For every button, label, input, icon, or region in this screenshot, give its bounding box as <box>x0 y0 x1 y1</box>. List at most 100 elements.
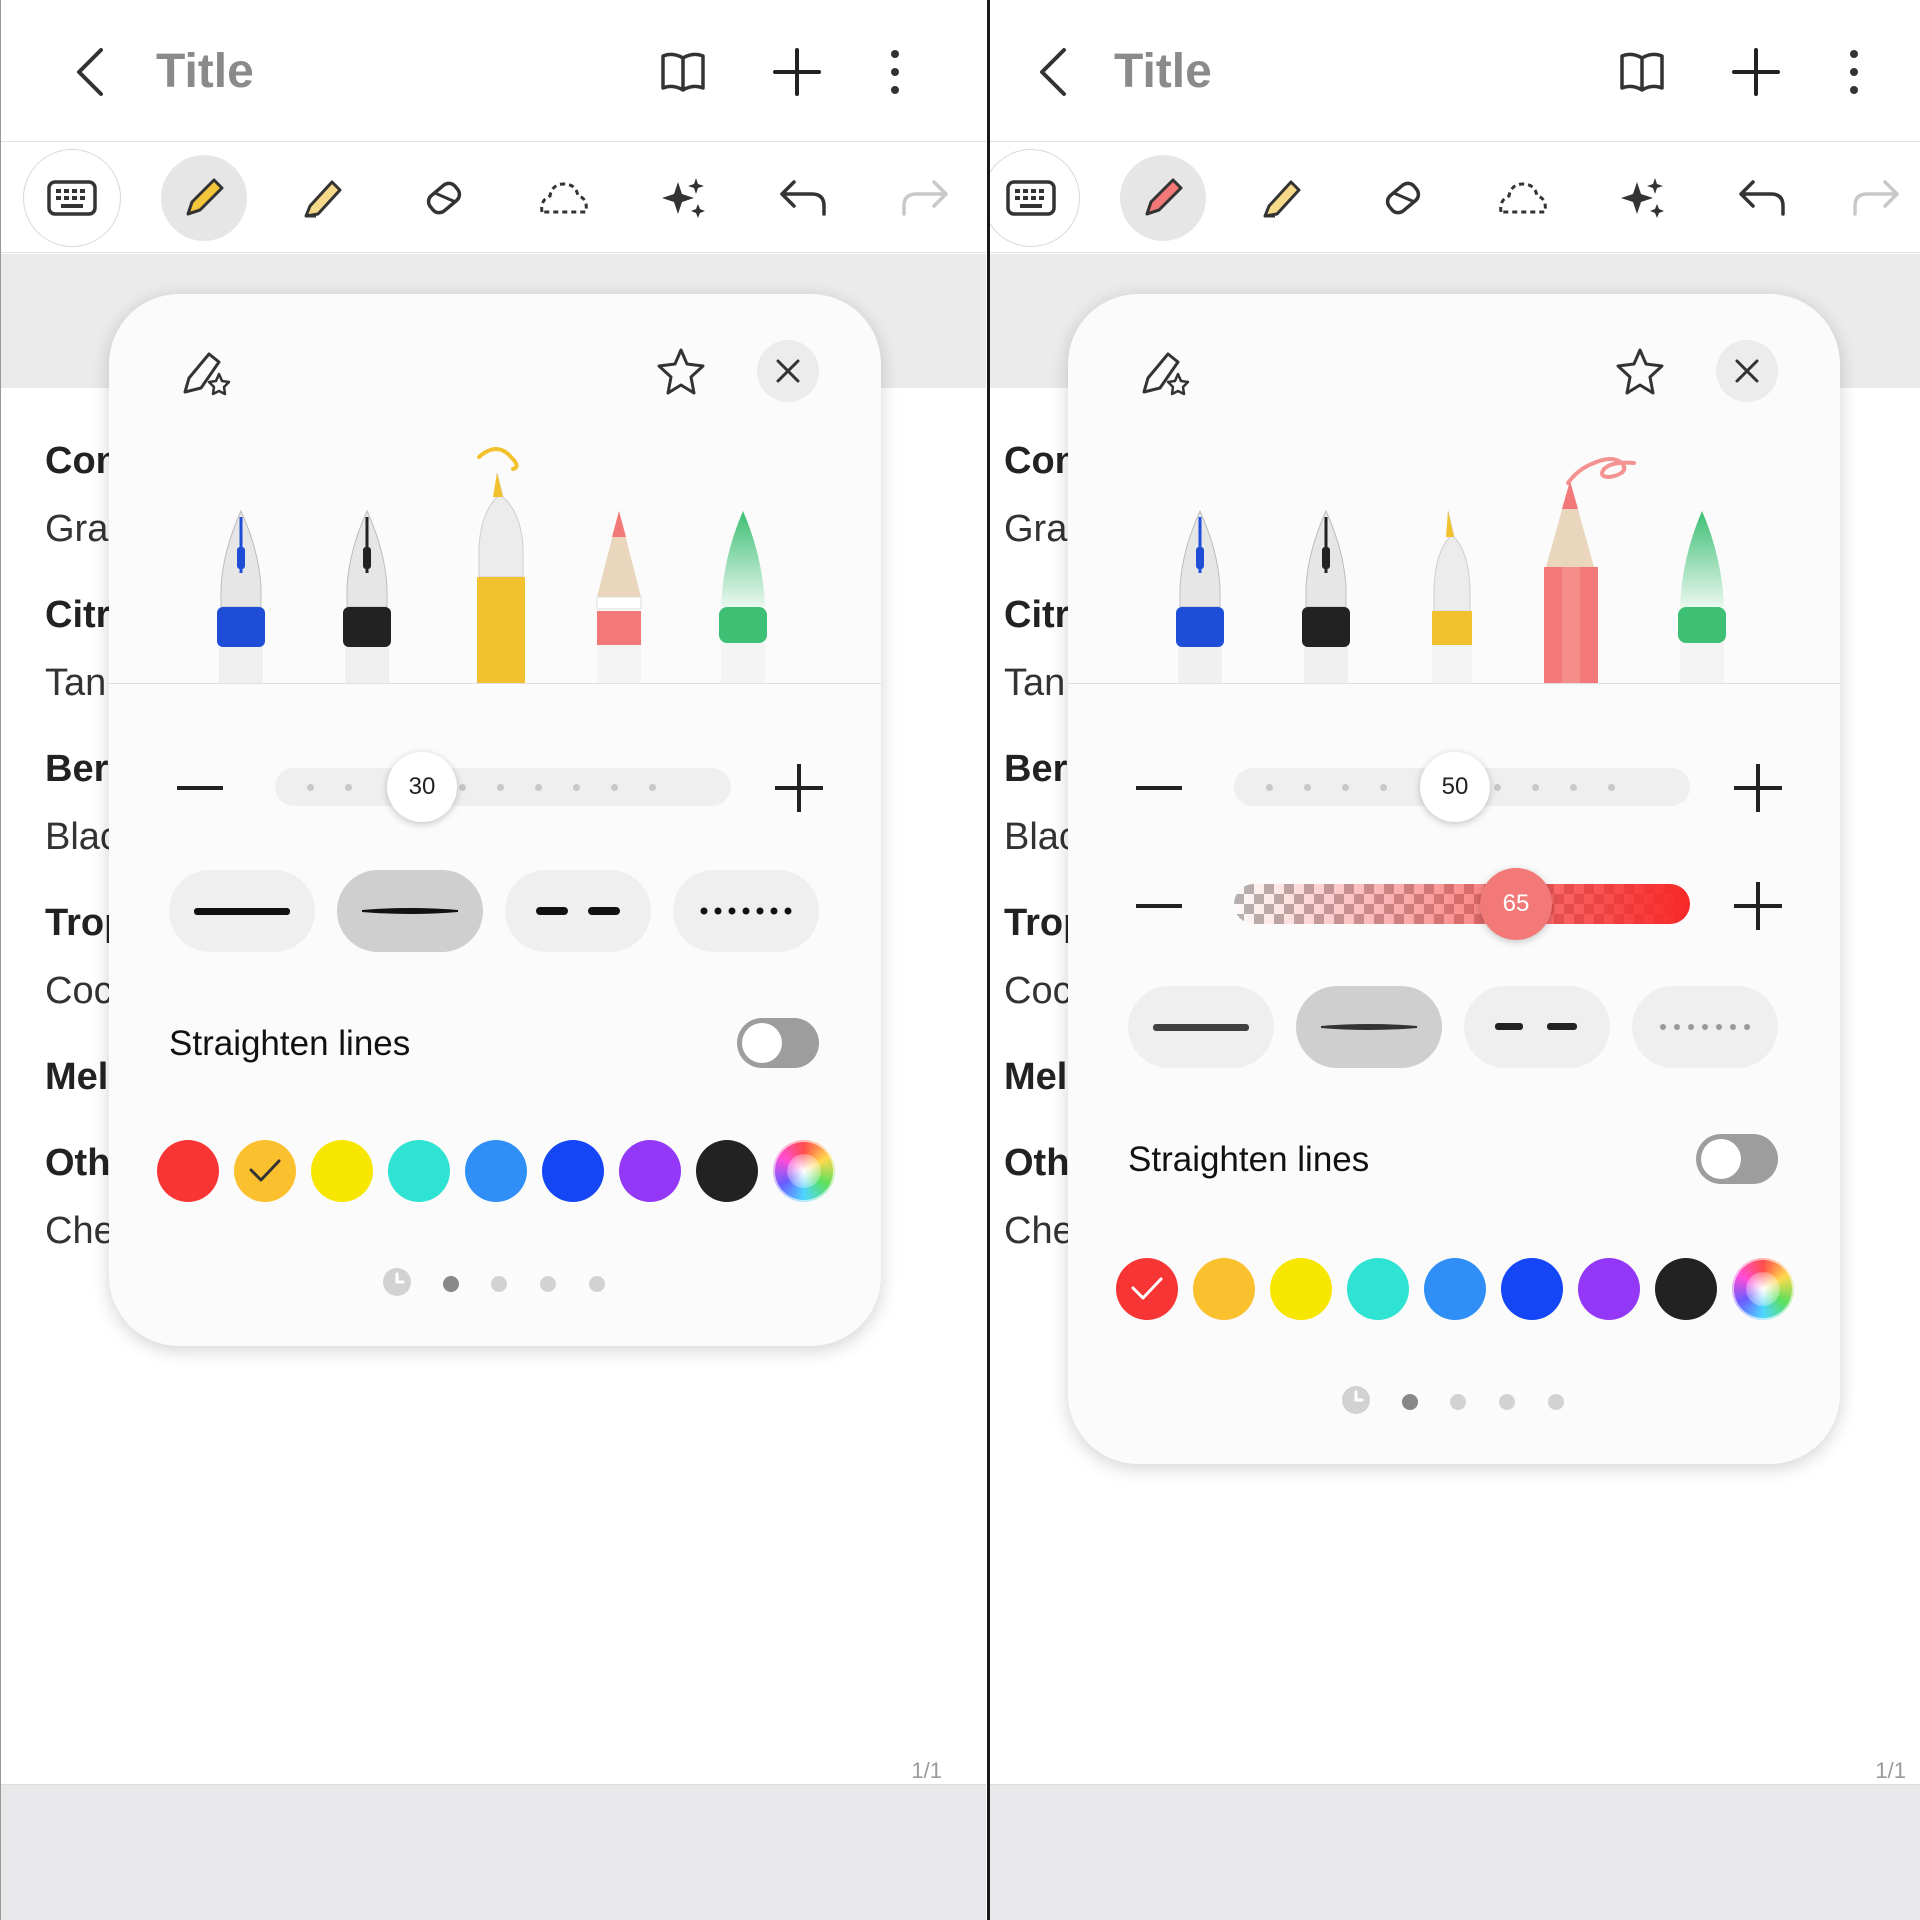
size-decrease-button[interactable] <box>177 786 223 790</box>
size-slider-track[interactable]: 50 <box>1234 752 1690 822</box>
ballpoint-pen[interactable] <box>1422 507 1482 683</box>
fountain-pen-blue[interactable] <box>1168 507 1232 683</box>
more-options-icon[interactable] <box>867 44 923 100</box>
line-style-dashed[interactable] <box>1464 986 1610 1068</box>
page-title[interactable]: Title <box>1114 44 1212 99</box>
pen-icon <box>1145 178 1183 216</box>
straighten-lines-toggle[interactable] <box>1696 1134 1778 1184</box>
undo-button[interactable] <box>1720 155 1806 241</box>
marker-pen[interactable] <box>715 507 771 683</box>
pager-dot[interactable] <box>491 1276 507 1292</box>
line-style-solid[interactable] <box>1128 986 1274 1068</box>
color-orange-selected[interactable] <box>234 1140 296 1202</box>
pen-tool-button[interactable] <box>1120 155 1206 241</box>
recent-colors-clock-icon[interactable] <box>383 1268 411 1296</box>
color-palette <box>157 1140 835 1204</box>
lasso-icon <box>1499 182 1547 214</box>
favorite-pens-button[interactable] <box>175 340 239 404</box>
color-red[interactable] <box>157 1140 219 1202</box>
opacity-increase-button[interactable] <box>1734 882 1782 930</box>
line-style-dotted[interactable] <box>673 870 819 952</box>
color-yellow[interactable] <box>311 1140 373 1202</box>
line-style-dotted[interactable] <box>1632 986 1778 1068</box>
pager-dot[interactable] <box>1499 1394 1515 1410</box>
line-style-tapered[interactable] <box>1296 986 1442 1068</box>
undo-button[interactable] <box>761 155 847 241</box>
fountain-pen-blue[interactable] <box>209 507 273 683</box>
close-popup-button[interactable] <box>1716 340 1778 402</box>
line-style-tapered[interactable] <box>337 870 483 952</box>
keyboard-button[interactable] <box>23 149 121 247</box>
pencil[interactable] <box>589 507 649 683</box>
page-title[interactable]: Title <box>156 44 254 99</box>
highlighter-tool-button[interactable] <box>1240 155 1326 241</box>
pager-dot[interactable] <box>1450 1394 1466 1410</box>
close-popup-button[interactable] <box>757 340 819 402</box>
color-teal[interactable] <box>388 1140 450 1202</box>
line-style-solid[interactable] <box>169 870 315 952</box>
color-red-selected[interactable] <box>1116 1258 1178 1320</box>
ballpoint-pen-selected[interactable] <box>457 447 551 683</box>
size-slider-thumb[interactable]: 50 <box>1420 752 1490 822</box>
pen-tool-button[interactable] <box>161 155 247 241</box>
back-arrow-icon[interactable] <box>1034 44 1074 100</box>
color-light-blue[interactable] <box>1424 1258 1486 1320</box>
eraser-icon <box>1385 181 1421 215</box>
favorite-pens-button[interactable] <box>1134 340 1198 404</box>
add-icon[interactable] <box>769 44 825 100</box>
size-increase-button[interactable] <box>775 764 823 812</box>
redo-button[interactable] <box>1832 155 1918 241</box>
back-arrow-icon[interactable] <box>71 44 111 100</box>
color-teal[interactable] <box>1347 1258 1409 1320</box>
size-slider-thumb[interactable]: 30 <box>387 752 457 822</box>
page-indicator: 1/1 <box>911 1758 942 1783</box>
pager-dot[interactable] <box>1402 1394 1418 1410</box>
color-black[interactable] <box>1655 1258 1717 1320</box>
pager-dot[interactable] <box>540 1276 556 1292</box>
highlighter-tool-button[interactable] <box>281 155 367 241</box>
color-orange[interactable] <box>1193 1258 1255 1320</box>
book-view-icon[interactable] <box>655 44 711 100</box>
add-favorite-button[interactable] <box>1608 340 1672 404</box>
color-blue[interactable] <box>1501 1258 1563 1320</box>
ai-assist-button[interactable] <box>1600 155 1686 241</box>
color-blue[interactable] <box>542 1140 604 1202</box>
opacity-slider-thumb[interactable]: 65 <box>1480 868 1552 940</box>
eraser-tool-button[interactable] <box>401 155 487 241</box>
pager-dot[interactable] <box>1548 1394 1564 1410</box>
lasso-tool-button[interactable] <box>1480 155 1566 241</box>
size-decrease-button[interactable] <box>1136 786 1182 790</box>
color-purple[interactable] <box>1578 1258 1640 1320</box>
book-view-icon[interactable] <box>1614 44 1670 100</box>
fountain-pen-black[interactable] <box>335 507 399 683</box>
pencil-selected[interactable] <box>1538 447 1648 683</box>
color-light-blue[interactable] <box>465 1140 527 1202</box>
ai-assist-button[interactable] <box>641 155 727 241</box>
color-wheel-button[interactable] <box>773 1140 835 1202</box>
opacity-slider-track[interactable]: 65 <box>1234 868 1690 940</box>
color-black[interactable] <box>696 1140 758 1202</box>
straighten-lines-toggle[interactable] <box>737 1018 819 1068</box>
color-wheel-button[interactable] <box>1732 1258 1794 1320</box>
lasso-tool-button[interactable] <box>521 155 607 241</box>
redo-icon <box>1853 180 1899 216</box>
pager-dot[interactable] <box>443 1276 459 1292</box>
add-icon[interactable] <box>1728 44 1784 100</box>
redo-button[interactable] <box>881 155 967 241</box>
color-yellow[interactable] <box>1270 1258 1332 1320</box>
add-favorite-button[interactable] <box>649 340 713 404</box>
keyboard-button[interactable] <box>990 149 1080 247</box>
recent-colors-clock-icon[interactable] <box>1342 1386 1370 1414</box>
opacity-decrease-button[interactable] <box>1136 904 1182 908</box>
slider-tick <box>573 784 580 791</box>
eraser-tool-button[interactable] <box>1360 155 1446 241</box>
pager-dot[interactable] <box>589 1276 605 1292</box>
size-slider-row: 50 <box>1118 750 1790 826</box>
size-increase-button[interactable] <box>1734 764 1782 812</box>
marker-pen[interactable] <box>1674 507 1730 683</box>
color-purple[interactable] <box>619 1140 681 1202</box>
more-options-icon[interactable] <box>1826 44 1882 100</box>
line-style-dashed[interactable] <box>505 870 651 952</box>
size-slider-track[interactable]: 30 <box>275 752 731 822</box>
fountain-pen-black[interactable] <box>1294 507 1358 683</box>
